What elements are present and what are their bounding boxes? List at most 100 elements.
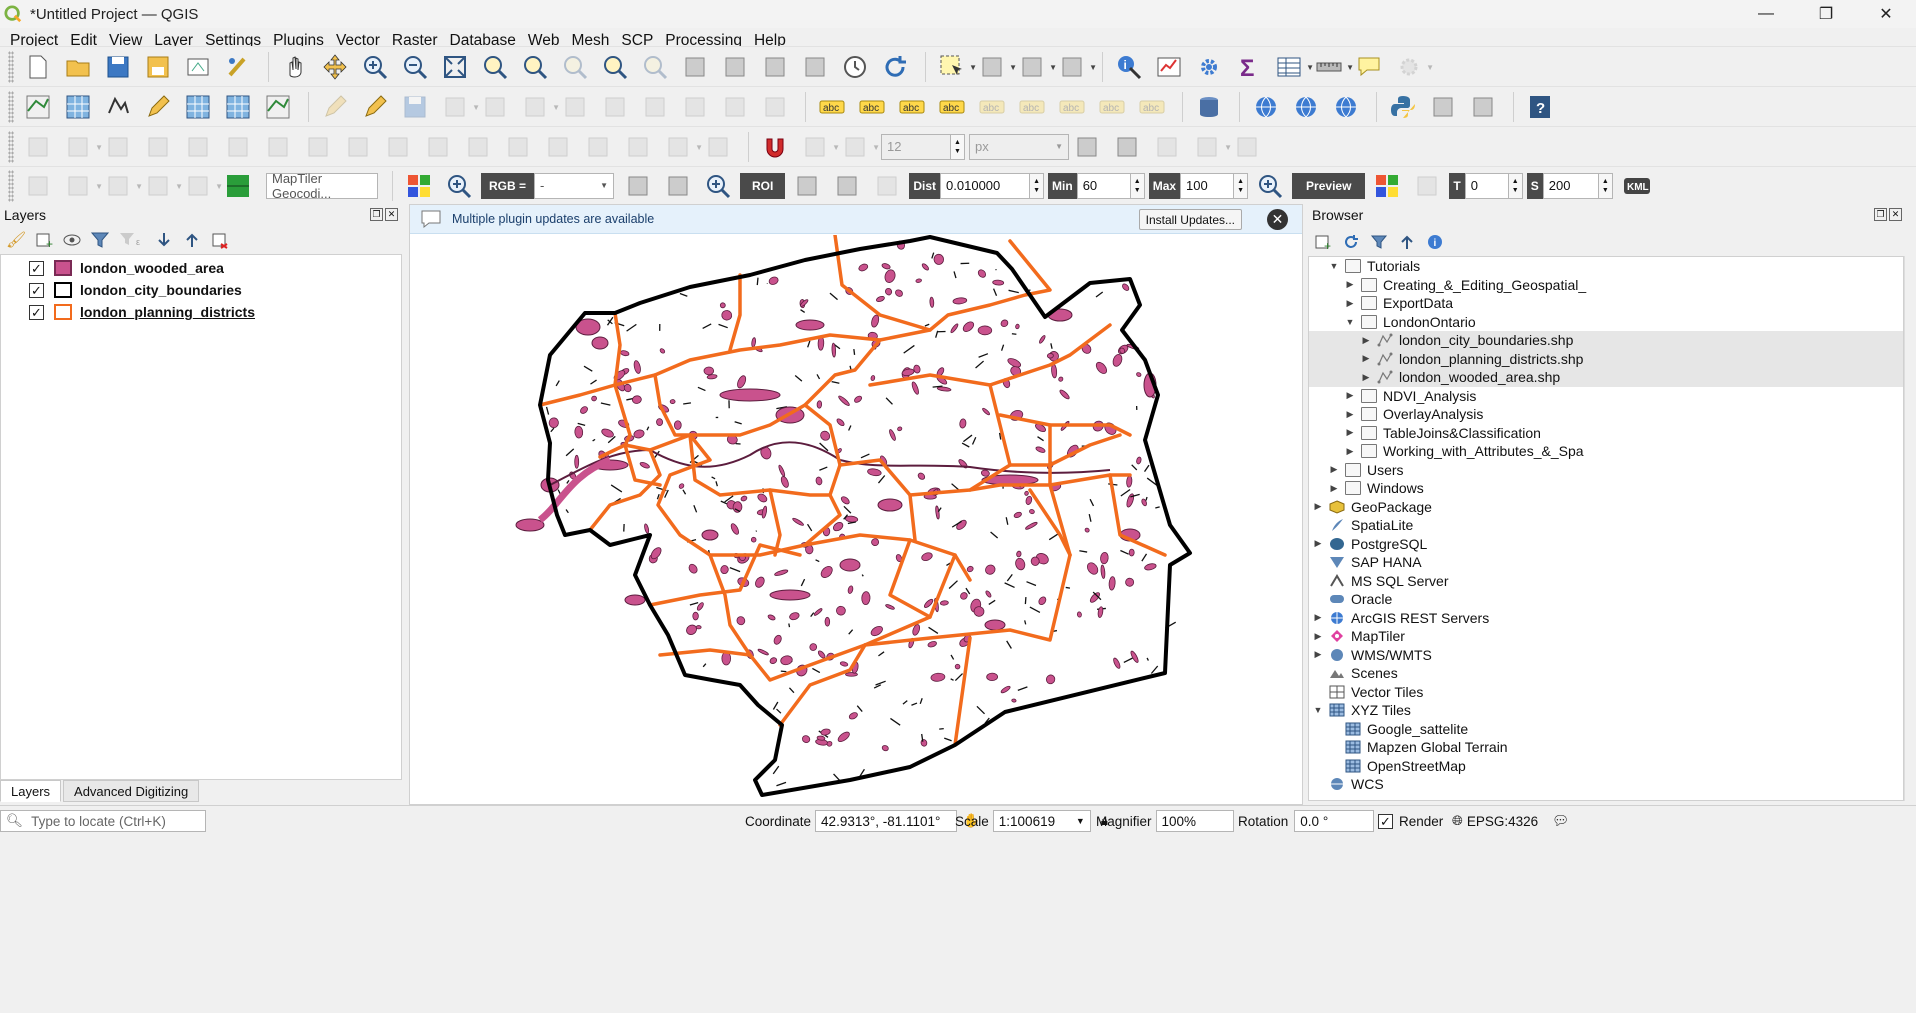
add-feature-button[interactable]: ▼ (437, 89, 480, 125)
snapping-mode-button[interactable]: ▼ (797, 129, 840, 165)
browser-item-overlayanalysis[interactable]: ▶ OverlayAnalysis (1309, 405, 1903, 424)
browser-item-wms-wmts[interactable]: ▶ WMS/WMTS (1309, 646, 1903, 665)
toolbar-handle[interactable] (8, 169, 14, 202)
browser-item-tutorials[interactable]: ▼ Tutorials (1309, 257, 1903, 276)
filter-legend-icon[interactable] (90, 230, 110, 250)
move-label-button[interactable]: abc (1054, 89, 1090, 125)
filter-browser-icon[interactable] (1370, 233, 1388, 251)
metasearch-button[interactable] (1248, 89, 1284, 125)
layer-settings-button[interactable]: ▼ (1391, 49, 1434, 85)
rotation-spinbox[interactable]: 0.0 ° (1294, 810, 1375, 832)
expanded-arrow-icon[interactable]: ▼ (1343, 317, 1357, 327)
zoom-full-button[interactable] (437, 49, 473, 85)
layer-symbol-swatch[interactable] (54, 304, 72, 320)
collapsed-arrow-icon[interactable]: ▶ (1359, 353, 1373, 364)
map-tips-button[interactable] (1351, 49, 1387, 85)
layer-visibility-checkbox[interactable]: ✓ (29, 304, 44, 320)
python-console-button[interactable] (1385, 89, 1421, 125)
close-panel-icon[interactable]: ✕ (385, 208, 398, 221)
digitizing-tool-18[interactable] (700, 129, 736, 165)
label-toolbar-button-4[interactable]: abc (934, 89, 970, 125)
float-panel-icon[interactable]: ❐ (1874, 208, 1887, 221)
browser-item-oracle[interactable]: Oracle (1309, 590, 1903, 609)
shape-tool-5[interactable]: ▼ (180, 168, 223, 204)
select-features-button[interactable]: ▼ (934, 49, 977, 85)
collapsed-arrow-icon[interactable]: ▶ (1343, 427, 1357, 438)
layer-symbol-swatch[interactable] (54, 260, 72, 276)
current-edits-button[interactable] (317, 89, 353, 125)
browser-item-mapzen-global-terrain[interactable]: Mapzen Global Terrain (1309, 738, 1903, 757)
message-close-icon[interactable]: ✕ (1267, 209, 1288, 230)
topological-editing-button[interactable] (1069, 129, 1105, 165)
layer-row-london-wooded-area[interactable]: ✓ london_wooded_area (1, 257, 401, 279)
browser-item-xyz-tiles[interactable]: ▼ XYZ Tiles (1309, 701, 1903, 720)
expand-all-icon[interactable] (154, 230, 174, 250)
add-group-icon[interactable]: + (34, 230, 54, 250)
metasearch-catalog-button[interactable] (1328, 89, 1364, 125)
help-contents-button[interactable]: ? (1522, 89, 1558, 125)
close-button[interactable]: ✕ (1856, 0, 1916, 28)
collapsed-arrow-icon[interactable]: ▶ (1343, 298, 1357, 309)
bookmark-button[interactable] (757, 49, 793, 85)
crs-label[interactable]: EPSG:4326 (1467, 814, 1538, 829)
local-cumulative-stretch-button[interactable] (620, 168, 656, 204)
scp-classification-preview-button[interactable] (1369, 168, 1405, 204)
pan-to-selection-button[interactable] (317, 49, 353, 85)
measure-line-button[interactable]: ▼ (1311, 49, 1354, 85)
browser-item-ms-sql-server[interactable]: MS SQL Server (1309, 572, 1903, 591)
show-bookmarks-button[interactable] (797, 49, 833, 85)
select-by-value-button[interactable]: ▼ (974, 49, 1017, 85)
collapsed-arrow-icon[interactable]: ▶ (1311, 649, 1325, 660)
new-3d-view-button[interactable] (717, 49, 753, 85)
tracing-button[interactable]: ▼ (1189, 129, 1232, 165)
tolerance-spinner[interactable]: ▲ ▼ (951, 133, 965, 160)
max-spinner[interactable]: ▲ ▼ (1234, 172, 1249, 199)
rotate-label-button[interactable]: abc (1094, 89, 1130, 125)
add-delimited-text-button[interactable] (100, 89, 136, 125)
toolbar-handle[interactable] (8, 90, 14, 123)
collapsed-arrow-icon[interactable]: ▶ (1343, 409, 1357, 420)
info-icon[interactable]: i (1426, 233, 1444, 251)
copy-features-button[interactable] (637, 89, 673, 125)
t-spinner[interactable]: ▲ ▼ (1508, 172, 1523, 199)
layer-visibility-checkbox[interactable]: ✓ (29, 282, 44, 298)
browser-item-vector-tiles[interactable]: Vector Tiles (1309, 683, 1903, 702)
metasearch-zoom-button[interactable] (1288, 89, 1324, 125)
collapsed-arrow-icon[interactable]: ▶ (1359, 372, 1373, 383)
dist-spinner[interactable]: ▲ ▼ (1030, 172, 1045, 199)
style-manager-button[interactable] (220, 49, 256, 85)
std-dev-stretch-button[interactable] (660, 168, 696, 204)
print-layout-button[interactable] (180, 49, 216, 85)
collapsed-arrow-icon[interactable]: ▶ (1311, 538, 1325, 549)
browser-item-windows[interactable]: ▶ Windows (1309, 479, 1903, 498)
browser-scrollbar[interactable] (1904, 256, 1916, 801)
digitizing-tool-12[interactable] (460, 129, 496, 165)
add-wms-layer-button[interactable] (260, 89, 296, 125)
add-virtual-layer-button[interactable] (220, 89, 256, 125)
zoom-to-selection-button[interactable] (477, 49, 513, 85)
digitizing-tool-8[interactable] (300, 129, 336, 165)
new-map-view-button[interactable] (677, 49, 713, 85)
zoom-to-layer-button[interactable] (517, 49, 553, 85)
min-spinner[interactable]: ▲ ▼ (1130, 172, 1145, 199)
browser-item-wcs[interactable]: WCS (1309, 775, 1903, 794)
db-manager-button[interactable] (1191, 89, 1227, 125)
roi-add-button[interactable] (829, 168, 865, 204)
browser-item-google-sattelite[interactable]: Google_sattelite (1309, 720, 1903, 739)
browser-item-maptiler[interactable]: ▶ MapTiler (1309, 627, 1903, 646)
label-toolbar-button-3[interactable]: abc (894, 89, 930, 125)
scp-zoom-preview-button[interactable] (1252, 168, 1288, 204)
digitizing-tool-15[interactable] (580, 129, 616, 165)
browser-item-scenes[interactable]: Scenes (1309, 664, 1903, 683)
add-vector-layer-button[interactable] (20, 89, 56, 125)
enable-tracing-button[interactable] (1229, 129, 1265, 165)
layer-visibility-checkbox[interactable]: ✓ (29, 260, 44, 276)
browser-item-working-with-attributes-spa[interactable]: ▶ Working_with_Attributes_&_Spa (1309, 442, 1903, 461)
browser-item-tablejoins-classification[interactable]: ▶ TableJoins&Classification (1309, 424, 1903, 443)
shape-tool-3[interactable]: ▼ (100, 168, 143, 204)
collapsed-arrow-icon[interactable]: ▶ (1327, 464, 1341, 475)
add-raster-layer-button[interactable] (60, 89, 96, 125)
collapse-all-icon[interactable] (182, 230, 202, 250)
install-updates-button[interactable]: Install Updates... (1138, 209, 1242, 230)
shape-tool-2[interactable]: ▼ (60, 168, 103, 204)
